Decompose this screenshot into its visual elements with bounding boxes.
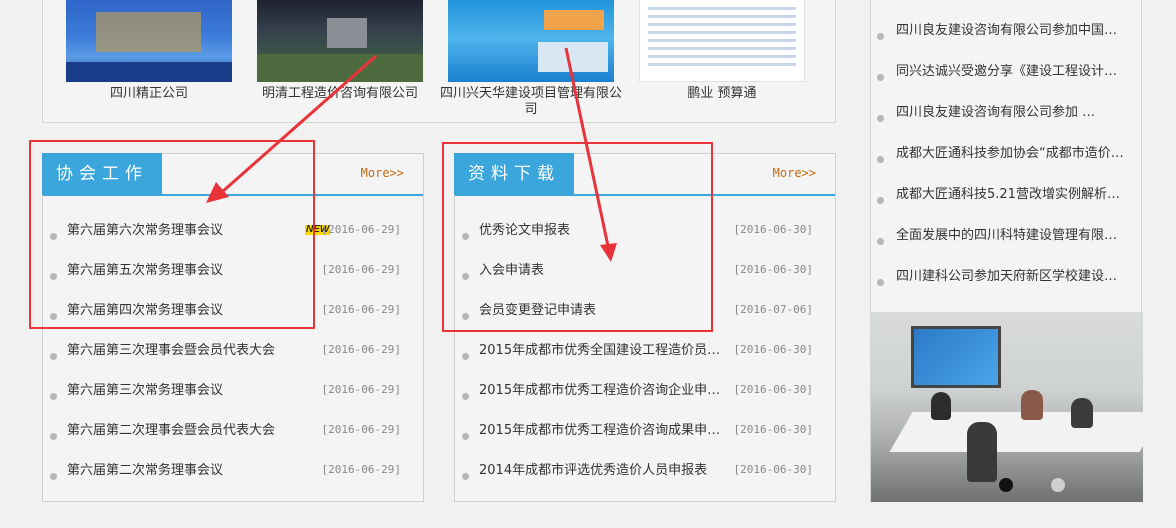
bullet-icon — [50, 393, 57, 400]
list-item[interactable]: 第六届第二次理事会暨会员代表大会 [2016-06-29] — [43, 412, 423, 452]
news-item-title[interactable]: 成都大匠通科技5.21营改增实例解析讲座 — [896, 175, 1128, 215]
list-item[interactable]: 2015年成都市优秀工程造价咨询成果申报表 [2016-06-30] — [455, 412, 835, 452]
news-item-title[interactable]: 全面发展中的四川科特建设管理有限公司 — [896, 216, 1128, 256]
bullet-icon — [877, 33, 884, 40]
news-item[interactable]: 成都大匠通科技参加协会“成都市造价交流会” — [871, 134, 1141, 175]
gallery-thumbnail[interactable] — [66, 0, 232, 82]
list-item[interactable]: 2014年成都市评选优秀造价人员申报表 [2016-06-30] — [455, 452, 835, 492]
list-item-date: [2016-06-30] — [733, 383, 813, 396]
list-item-date: [2016-06-29] — [321, 463, 401, 476]
gallery-caption[interactable]: 明清工程造价咨询有限公司 — [247, 86, 433, 118]
news-item[interactable]: 四川建科公司参加天府新区学校建设项目 — [871, 257, 1141, 298]
list-item[interactable]: 第六届第三次理事会暨会员代表大会 [2016-06-29] — [43, 332, 423, 372]
news-item[interactable]: 成都大匠通科技5.21营改增实例解析讲座 — [871, 175, 1141, 216]
gallery-caption[interactable]: 四川精正公司 — [56, 86, 242, 118]
list-item-date: [2016-06-29] — [321, 223, 401, 236]
list-item-title[interactable]: 2015年成都市优秀全国建设工程造价员申报表 — [479, 331, 721, 371]
news-item-title[interactable]: 四川建科公司参加天府新区学校建设项目 — [896, 257, 1128, 297]
list-item[interactable]: 第六届第三次常务理事会议 [2016-06-29] — [43, 372, 423, 412]
news-item-title[interactable]: 同兴达诚兴受邀分享《建设工程设计与造价》 — [896, 52, 1128, 92]
list-item-date: [2016-07-06] — [733, 303, 813, 316]
gallery-thumbnail[interactable] — [257, 0, 423, 82]
list-item-date: [2016-06-30] — [733, 223, 813, 236]
list-item[interactable]: 第六届第二次常务理事会议 [2016-06-29] — [43, 452, 423, 492]
bullet-icon — [462, 473, 469, 480]
list-item-title[interactable]: 第六届第二次常务理事会议 — [67, 451, 309, 491]
news-item[interactable]: 四川良友建设咨询有限公司参加 … — [871, 93, 1141, 134]
list-item-date: [2016-06-29] — [321, 383, 401, 396]
bullet-icon — [50, 433, 57, 440]
list-item-date: [2016-06-29] — [321, 303, 401, 316]
list-item-title[interactable]: 2015年成都市优秀工程造价咨询成果申报表 — [479, 411, 721, 451]
bullet-icon — [877, 197, 884, 204]
gallery-caption[interactable]: 四川兴天华建设项目管理有限公司 — [438, 86, 624, 118]
news-item-title[interactable]: 成都大匠通科技参加协会“成都市造价交流会” — [896, 134, 1128, 174]
gallery-caption[interactable]: 鹏业 预算通 — [629, 86, 815, 118]
list-item[interactable]: 2015年成都市优秀工程造价咨询企业申报表 [2016-06-30] — [455, 372, 835, 412]
news-item-title[interactable]: 四川良友建设咨询有限公司参加中国建设工程造价管理协会活动 — [896, 11, 1128, 51]
bullet-icon — [50, 473, 57, 480]
list-item-title[interactable]: 2014年成都市评选优秀造价人员申报表 — [479, 451, 721, 491]
list-item-date: [2016-06-29] — [321, 423, 401, 436]
list-item-title[interactable]: 第六届第三次常务理事会议 — [67, 371, 309, 411]
association-more-link[interactable]: More>> — [361, 166, 404, 180]
list-item-date: [2016-06-30] — [733, 343, 813, 356]
list-item[interactable]: 2015年成都市优秀全国建设工程造价员申报表 [2016-06-30] — [455, 332, 835, 372]
projector-screen-graphic — [911, 326, 1001, 388]
news-item[interactable]: 全面发展中的四川科特建设管理有限公司 — [871, 216, 1141, 257]
list-item-title[interactable]: 第六届第二次理事会暨会员代表大会 — [67, 411, 309, 451]
news-item[interactable]: 四川良友建设咨询有限公司参加中国建设工程造价管理协会活动 — [871, 11, 1141, 52]
meeting-photo-slideshow[interactable] — [871, 312, 1143, 502]
list-item-date: [2016-06-29] — [321, 343, 401, 356]
member-news-list: 四川良友建设咨询有限公司参加中国建设工程造价管理协会活动 同兴达诚兴受邀分享《建… — [871, 11, 1141, 298]
list-item-date: [2016-06-29] — [321, 263, 401, 276]
downloads-more-link[interactable]: More>> — [773, 166, 816, 180]
list-item-date: [2016-06-30] — [733, 263, 813, 276]
bullet-icon — [877, 279, 884, 286]
list-item-title[interactable]: 2015年成都市优秀工程造价咨询企业申报表 — [479, 371, 721, 411]
news-item[interactable]: 同兴达诚兴受邀分享《建设工程设计与造价》 — [871, 52, 1141, 93]
news-item-title[interactable]: 四川良友建设咨询有限公司参加 … — [896, 93, 1128, 133]
conference-table-graphic — [889, 412, 1143, 452]
gallery-thumbnail[interactable] — [448, 0, 614, 82]
bullet-icon — [877, 156, 884, 163]
bullet-icon — [50, 353, 57, 360]
bullet-icon — [462, 393, 469, 400]
bullet-icon — [877, 238, 884, 245]
slideshow-pager — [871, 478, 1143, 492]
annotation-box-association — [29, 140, 315, 329]
bullet-icon — [462, 433, 469, 440]
list-item-date: [2016-06-30] — [733, 463, 813, 476]
bullet-icon — [877, 74, 884, 81]
member-news-column: 四川良友建设咨询有限公司参加中国建设工程造价管理协会活动 同兴达诚兴受邀分享《建… — [870, 0, 1143, 502]
list-item-title[interactable]: 第六届第三次理事会暨会员代表大会 — [67, 331, 309, 371]
partner-gallery: 四川精正公司 明清工程造价咨询有限公司 四川兴天华建设项目管理有限公司 鹏业 预… — [42, 0, 836, 123]
bullet-icon — [877, 115, 884, 122]
slide-dot[interactable] — [1051, 478, 1065, 492]
annotation-box-downloads — [442, 142, 713, 332]
gallery-thumbnail[interactable] — [639, 0, 805, 82]
bullet-icon — [462, 353, 469, 360]
list-item-date: [2016-06-30] — [733, 423, 813, 436]
slide-dot-active[interactable] — [999, 478, 1013, 492]
